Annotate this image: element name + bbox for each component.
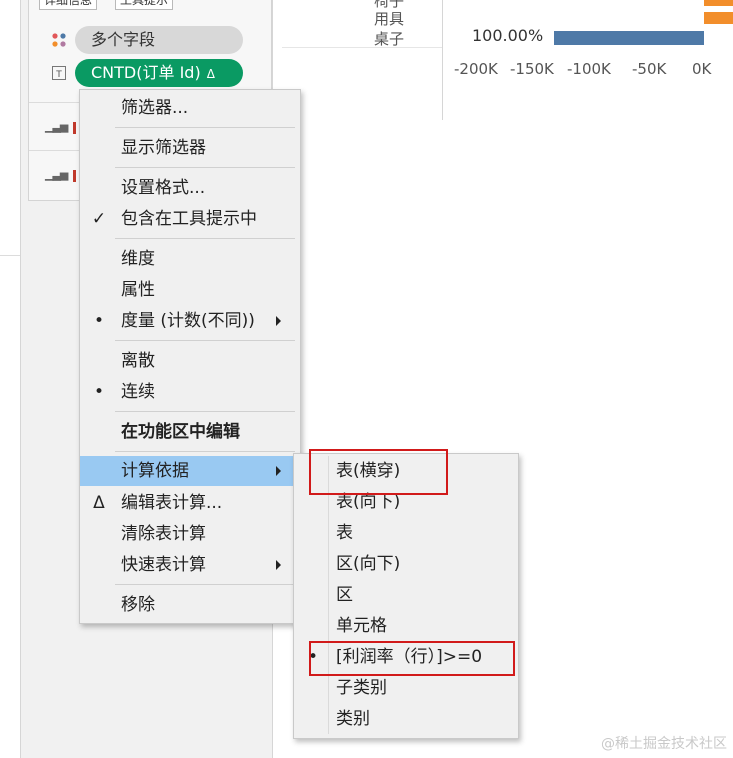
axis-divider: [442, 0, 443, 120]
submenu-arrow-icon: [276, 560, 281, 570]
menu-item-remove[interactable]: 移除: [80, 590, 300, 620]
menu-label: 表: [336, 523, 353, 543]
delta-icon: Δ: [206, 67, 215, 81]
submenu-item-subcategory[interactable]: 子类别: [294, 673, 518, 703]
submenu-item-category[interactable]: 类别: [294, 704, 518, 734]
submenu-item-table[interactable]: 表: [294, 518, 518, 548]
menu-label: 类别: [336, 709, 370, 729]
menu-label: 维度: [121, 249, 155, 269]
menu-label: 连续: [121, 382, 155, 402]
left-strip: [0, 0, 20, 758]
menu-label: 快速表计算: [121, 555, 206, 575]
detail-button[interactable]: 详细信息: [39, 0, 98, 10]
red-marker: [73, 122, 76, 134]
menu-item-include-tooltip[interactable]: ✓ 包含在工具提示中: [80, 204, 300, 234]
menu-item-clear-table-calc[interactable]: 清除表计算: [80, 519, 300, 549]
menu-label: 离散: [121, 351, 155, 371]
menu-label: 子类别: [336, 678, 387, 698]
menu-label: 属性: [121, 280, 155, 300]
menu-separator: [115, 167, 295, 168]
menu-label: 度量 (计数(不同)): [121, 311, 255, 331]
field-pill-multiple[interactable]: 多个字段: [75, 26, 243, 54]
field-pill-cntd[interactable]: CNTD(订单 Id) Δ: [75, 59, 243, 87]
menu-label: 单元格: [336, 616, 387, 636]
submenu-item-cell[interactable]: 单元格: [294, 611, 518, 641]
menu-label: 移除: [121, 595, 155, 615]
menu-item-compute-using[interactable]: 计算依据: [80, 456, 300, 486]
bullet-icon: •: [93, 311, 105, 331]
divider: [0, 255, 20, 256]
bar-orange-2: [704, 12, 733, 24]
menu-separator: [115, 451, 295, 452]
chart-area: 椅子 用具 桌子 100.00% -200K -150K -100K -50K …: [282, 0, 733, 120]
menu-label: 筛选器...: [121, 98, 189, 118]
menu-label: 计算依据: [121, 461, 189, 481]
menu-separator: [115, 238, 295, 239]
submenu-item-pane[interactable]: 区: [294, 580, 518, 610]
menu-label: 编辑表计算...: [121, 493, 223, 513]
menu-separator: [115, 411, 295, 412]
axis-tick: -200K: [454, 60, 498, 78]
menu-label: 包含在工具提示中: [121, 209, 257, 229]
red-marker: [73, 170, 76, 182]
field-row-cntd: T CNTD(订单 Id) Δ: [29, 59, 271, 89]
axis-tick: 0K: [692, 60, 712, 78]
bullet-icon: •: [93, 382, 105, 402]
pill-label: CNTD(订单 Id): [91, 63, 201, 82]
text-icon: T: [52, 66, 66, 80]
bar-orange-1: [704, 0, 733, 6]
menu-item-discrete[interactable]: 离散: [80, 346, 300, 376]
axis-tick: -100K: [567, 60, 611, 78]
annotation-box: [309, 449, 448, 495]
menu-label: 设置格式...: [121, 178, 206, 198]
data-label: 100.00%: [472, 26, 544, 45]
menu-item-continuous[interactable]: • 连续: [80, 377, 300, 407]
menu-separator: [115, 127, 295, 128]
submenu-arrow-icon: [276, 316, 281, 326]
menu-item-format[interactable]: 设置格式...: [80, 173, 300, 203]
menu-item-measure[interactable]: • 度量 (计数(不同)): [80, 306, 300, 336]
category-label: 用具: [373, 10, 404, 28]
annotation-box: [309, 641, 515, 676]
menu-item-dimension[interactable]: 维度: [80, 244, 300, 274]
checkmark-icon: ✓: [91, 209, 107, 229]
submenu-item-pane-down[interactable]: 区(向下): [294, 549, 518, 579]
menu-label: 区(向下): [336, 554, 401, 574]
menu-label: 在功能区中编辑: [121, 422, 240, 442]
axis-tick: -50K: [632, 60, 667, 78]
context-menu: 筛选器... 显示筛选器 设置格式... ✓ 包含在工具提示中 维度 属性 • 度量…: [79, 89, 301, 624]
compute-using-submenu: 表(横穿) 表(向下) 表 区(向下) 区 单元格 • [利润率（行）]>=0 子…: [293, 453, 519, 739]
submenu-arrow-icon: [276, 466, 281, 476]
menu-item-edit-in-shelf[interactable]: 在功能区中编辑: [80, 417, 300, 447]
menu-item-attribute[interactable]: 属性: [80, 275, 300, 305]
menu-item-show-filter[interactable]: 显示筛选器: [80, 133, 300, 163]
bar-chart-icon: ▁▃▅: [45, 120, 68, 133]
menu-label: 区: [336, 585, 353, 605]
delta-icon: Δ: [93, 493, 105, 513]
pill-label: 多个字段: [91, 30, 156, 49]
bar-chart-icon: ▁▃▅: [45, 168, 68, 181]
menu-separator: [115, 584, 295, 585]
menu-label: 显示筛选器: [121, 138, 206, 158]
menu-item-filter[interactable]: 筛选器...: [80, 93, 300, 123]
menu-label: 清除表计算: [121, 524, 206, 544]
tooltip-button[interactable]: 工具提示: [115, 0, 174, 10]
bar-blue: [554, 31, 704, 45]
menu-item-edit-table-calc[interactable]: Δ 编辑表计算...: [80, 488, 300, 518]
field-row-multiple: 多个字段: [29, 26, 271, 56]
svg-text:T: T: [55, 70, 62, 80]
axis-tick: -150K: [510, 60, 554, 78]
color-dots-icon: [52, 33, 66, 47]
category-label: 桌子: [373, 30, 404, 48]
menu-item-quick-table-calc[interactable]: 快速表计算: [80, 550, 300, 580]
row-divider: [282, 47, 442, 48]
menu-separator: [115, 340, 295, 341]
watermark: @稀土掘金技术社区: [601, 736, 727, 752]
